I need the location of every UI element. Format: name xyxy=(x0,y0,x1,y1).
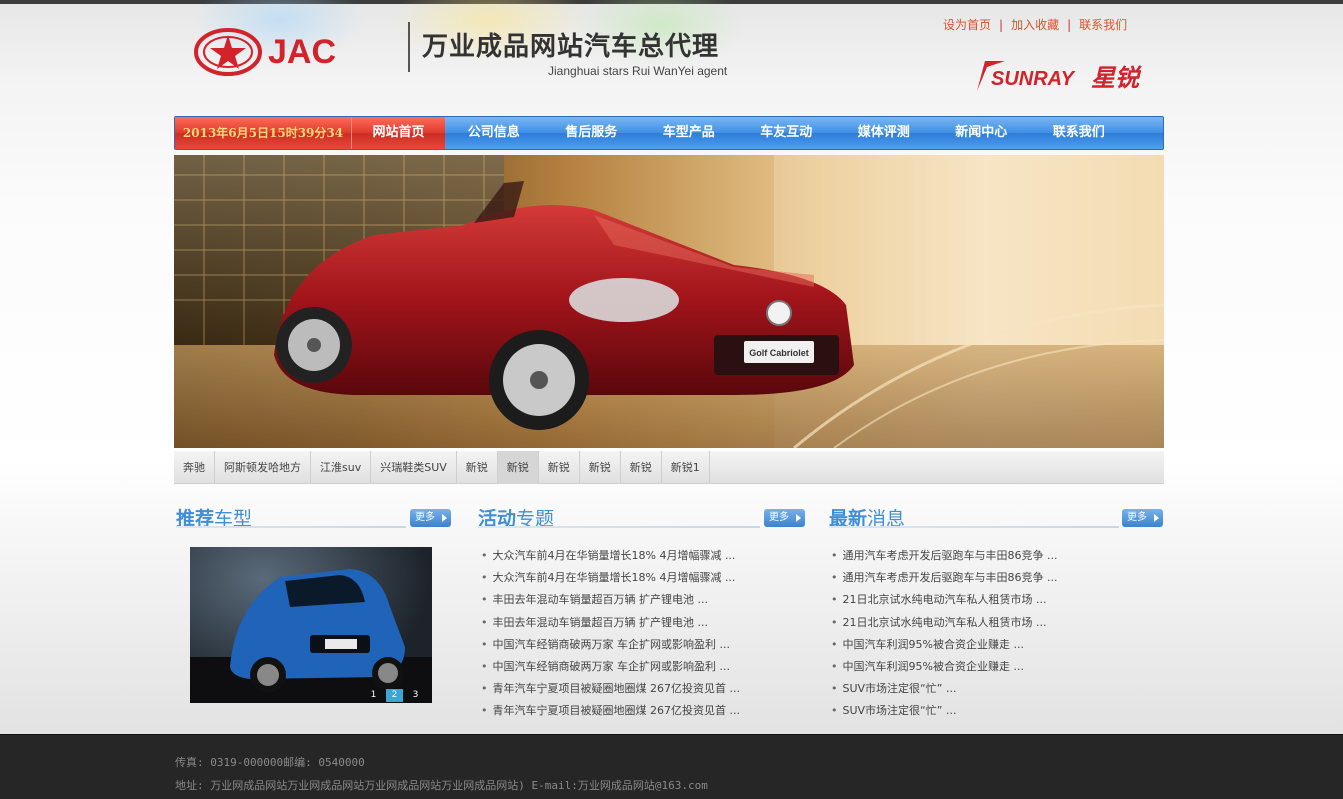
jac-logo-text: JAC xyxy=(268,33,336,71)
slider-pager: 1 2 3 xyxy=(365,689,424,702)
tab-item[interactable]: 奔驰 xyxy=(174,451,215,484)
add-favorite-link[interactable]: 加入收藏 xyxy=(1011,16,1059,33)
recommend-car-slider[interactable]: 1 2 3 xyxy=(190,547,432,703)
banner-car-image: Golf Cabriolet xyxy=(174,155,1164,448)
section-divider xyxy=(176,526,406,528)
list-item[interactable]: 中国汽车经销商破两万家 车企扩网或影响盈利 ... xyxy=(481,634,740,656)
recommend-more-button[interactable]: 更多 xyxy=(410,509,451,527)
list-item[interactable]: 通用汽车考虑开发后驱跑车与丰田86竞争 ... xyxy=(831,567,1058,589)
list-item[interactable]: 丰田去年混动车销量超百万辆 扩产锂电池 ... xyxy=(481,612,740,634)
slider-page-3[interactable]: 3 xyxy=(407,689,424,702)
section-divider xyxy=(829,526,1119,528)
recommend-car-image xyxy=(190,569,432,703)
sunray-logo: SUNRAY 星锐 xyxy=(977,61,1142,92)
list-item[interactable]: 青年汽车宁夏项目被疑圈地圈煤 267亿投资见首 ... xyxy=(481,678,740,700)
list-item[interactable]: 21日北京试水纯电动汽车私人租赁市场 ... xyxy=(831,612,1057,634)
list-item[interactable]: 青年汽车宁夏项目被疑圈地圈煤 267亿投资见首 ... xyxy=(481,700,740,722)
tab-item[interactable]: 新锐 xyxy=(539,451,580,484)
footer: 传真: 0319-000000邮编: 0540000 地址: 万业网成品网站万业… xyxy=(0,734,1343,799)
slogan-chinese: 万业成品网站汽车总代理 xyxy=(422,32,720,62)
list-item[interactable]: 中国汽车经销商破两万家 车企扩网或影响盈利 ... xyxy=(481,656,740,678)
list-item[interactable]: 大众汽车前4月在华销量增长18% 4月增幅骤减 ... xyxy=(481,567,740,589)
nav-item-company-info[interactable]: 公司信息 xyxy=(445,117,543,149)
nav-item-community[interactable]: 车友互动 xyxy=(738,117,836,149)
activity-more-button[interactable]: 更多 xyxy=(764,509,805,527)
slider-page-2[interactable]: 2 xyxy=(386,689,403,702)
nav-item-car-models[interactable]: 车型产品 xyxy=(640,117,738,149)
contact-us-link[interactable]: 联系我们 xyxy=(1079,16,1127,33)
tab-item[interactable]: 阿斯顿发哈地方 xyxy=(215,451,311,484)
model-tabs: 奔驰 阿斯顿发哈地方 江淮suv 兴瑞鞋类SUV 新锐 新锐 新锐 新锐 新锐 … xyxy=(174,451,1164,484)
list-item[interactable]: 中国汽车利润95%被合资企业赚走 ... xyxy=(831,656,1057,678)
list-item[interactable]: 大众汽车前4月在华销量增长18% 4月增幅骤减 ... xyxy=(481,545,740,567)
tab-item[interactable]: 新锐 xyxy=(621,451,662,484)
nav-datetime: 2013年6月5日15时39分34 xyxy=(175,117,351,149)
logo-divider xyxy=(408,22,410,72)
set-homepage-link[interactable]: 设为首页 xyxy=(943,16,991,33)
list-item[interactable]: SUV市场注定很“忙” ... xyxy=(831,700,1057,722)
main-nav: 2013年6月5日15时39分34 网站首页 公司信息 售后服务 车型产品 车友… xyxy=(174,116,1164,150)
top-links: 设为首页 | 加入收藏 | 联系我们 xyxy=(943,16,1127,33)
tab-item[interactable]: 新锐 xyxy=(457,451,498,484)
hero-banner[interactable]: Golf Cabriolet xyxy=(174,155,1164,448)
news-more-button[interactable]: 更多 xyxy=(1122,509,1163,527)
list-item[interactable]: 中国汽车利润95%被合资企业赚走 ... xyxy=(831,634,1057,656)
jac-logo: JAC xyxy=(194,28,336,76)
banner-plate-text: Golf Cabriolet xyxy=(749,348,809,358)
footer-contact: 传真: 0319-000000邮编: 0540000 xyxy=(175,756,365,769)
tab-item-active[interactable]: 新锐 xyxy=(497,451,539,484)
news-list: 通用汽车考虑开发后驱跑车与丰田86竞争 ... 通用汽车考虑开发后驱跑车与丰田8… xyxy=(831,545,1058,723)
link-separator: | xyxy=(1067,18,1072,32)
tab-item[interactable]: 新锐1 xyxy=(662,451,710,484)
slogan-english: Jianghuai stars Rui WanYei agent xyxy=(548,64,728,78)
tab-item[interactable]: 兴瑞鞋类SUV xyxy=(371,451,457,484)
sunray-logo-cn: 星锐 xyxy=(1091,64,1142,92)
activity-list: 大众汽车前4月在华销量增长18% 4月增幅骤减 ... 大众汽车前4月在华销量增… xyxy=(481,545,740,723)
nav-item-home[interactable]: 网站首页 xyxy=(351,117,445,149)
nav-item-media-reviews[interactable]: 媒体评测 xyxy=(835,117,933,149)
list-item[interactable]: SUV市场注定很“忙” ... xyxy=(831,678,1057,700)
footer-address: 地址: 万业网成品网站万业网成品网站万业网成品网站万业网成品网站) E-mail… xyxy=(175,779,708,792)
nav-item-contact[interactable]: 联系我们 xyxy=(1030,117,1128,149)
nav-item-news-center[interactable]: 新闻中心 xyxy=(933,117,1031,149)
tab-item[interactable]: 江淮suv xyxy=(311,451,372,484)
slider-page-1[interactable]: 1 xyxy=(365,689,382,702)
link-separator: | xyxy=(999,18,1004,32)
nav-item-after-sales[interactable]: 售后服务 xyxy=(543,117,641,149)
list-item[interactable]: 通用汽车考虑开发后驱跑车与丰田86竞争 ... xyxy=(831,545,1058,567)
nav-items: 公司信息 售后服务 车型产品 车友互动 媒体评测 新闻中心 联系我们 xyxy=(445,117,1128,149)
tab-item[interactable]: 新锐 xyxy=(580,451,621,484)
list-item[interactable]: 丰田去年混动车销量超百万辆 扩产锂电池 ... xyxy=(481,589,740,611)
list-item[interactable]: 21日北京试水纯电动汽车私人租赁市场 ... xyxy=(831,589,1057,611)
section-divider xyxy=(478,526,760,528)
sunray-logo-text: SUNRAY xyxy=(991,68,1076,90)
